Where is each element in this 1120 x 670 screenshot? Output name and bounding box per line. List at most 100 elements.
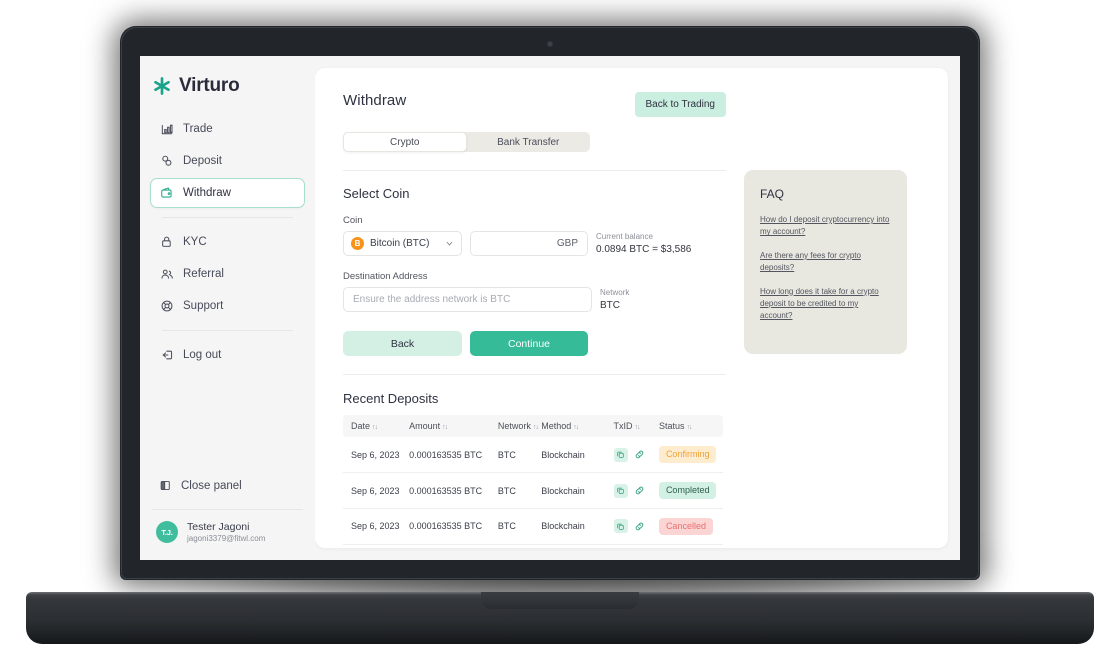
content-wrapper: Withdraw Back to Trading Crypto Bank Tra…: [315, 56, 960, 560]
user-email: jagoni3379@fitwl.com: [187, 534, 266, 543]
sidebar-nav: Trade Deposit Withdraw KYC Referral Supp…: [140, 114, 315, 370]
user-profile[interactable]: T.J. Tester Jagoni jagoni3379@fitwl.com: [140, 510, 315, 560]
copy-icon[interactable]: [613, 519, 628, 534]
status-badge: Cancelled: [658, 517, 713, 535]
column-label: Status: [658, 421, 685, 432]
destination-address-input[interactable]: [343, 287, 592, 313]
sidebar: Virturo Trade Deposit Withdraw KYC Refer…: [140, 56, 315, 560]
cell-date: Sep 6, 2023: [343, 544, 409, 548]
recent-deposits-heading: Recent Deposits: [343, 391, 439, 407]
sidebar-item-label: Trade: [183, 123, 213, 135]
table-row: Sep 6, 20230.000163535 BTCBTCBlockchain C…: [343, 437, 723, 474]
external-link-icon[interactable]: [633, 448, 647, 462]
cell-method: Blockchain: [541, 472, 614, 509]
user-name: Tester Jagoni: [187, 520, 250, 533]
faq-link[interactable]: How long does it take for a crypto depos…: [760, 286, 891, 323]
table-row: Sep 6, 20230.000163535 BTCBTCBlockchain C…: [343, 472, 723, 509]
sidebar-divider-1: [162, 217, 293, 218]
txid-actions: [613, 519, 659, 534]
section-divider-bottom: [343, 374, 726, 376]
chevron-down-icon: [446, 241, 453, 246]
logout-icon: [162, 350, 173, 360]
column-label: Network: [497, 421, 531, 432]
column-header-txid[interactable]: TxID ↑↓: [614, 415, 659, 437]
faq-link[interactable]: How do I deposit cryptocurrency into my …: [760, 214, 891, 239]
table-row: Sep 6, 20230.000163535 BTCBTCBlockchain C…: [343, 544, 723, 548]
cell-amount: 0.000163535 BTC: [409, 472, 498, 509]
column-header-status[interactable]: Status ↑↓: [659, 415, 723, 437]
external-link-icon[interactable]: [633, 519, 647, 533]
back-to-trading-button[interactable]: Back to Trading: [634, 92, 726, 117]
table-row: Sep 6, 20230.000163535 BTCBTCBlockchain C…: [343, 508, 723, 545]
cell-date: Sep 6, 2023: [343, 472, 410, 509]
sidebar-item-logout[interactable]: Log out: [150, 340, 305, 370]
coin-amount-row: B Bitcoin (BTC) Current balance 0.0894 B…: [343, 231, 726, 257]
table-body: Sep 6, 2023 0.000163535 BTC BTC Blockchain C…: [343, 437, 723, 548]
sidebar-item-deposit[interactable]: Deposit: [150, 146, 305, 176]
bitcoin-icon: B: [351, 237, 364, 250]
tab-bank-transfer[interactable]: Bank Transfer: [467, 132, 591, 152]
sidebar-item-label: Deposit: [183, 155, 222, 167]
sidebar-item-withdraw[interactable]: Withdraw: [150, 178, 305, 208]
column-header-date[interactable]: Date ↑↓: [343, 415, 409, 437]
back-button[interactable]: Back: [343, 331, 462, 357]
cell-date: Sep 6, 2023: [343, 508, 410, 545]
coin-field-label: Coin: [343, 215, 363, 226]
status-badge: Completed: [658, 482, 717, 499]
faq-link[interactable]: Are there any fees for crypto deposits?: [760, 250, 891, 275]
cell-method: Blockchain: [541, 508, 614, 545]
tab-crypto[interactable]: Crypto: [343, 132, 467, 152]
column-label: TxID: [613, 421, 633, 432]
section-divider-top: [343, 170, 726, 171]
page-title: Withdraw: [343, 92, 407, 109]
app-screen: Virturo Trade Deposit Withdraw KYC Refer…: [140, 56, 960, 560]
cell-status: Cancelled: [658, 508, 723, 545]
cell-network: BTC: [497, 437, 542, 474]
network-value: BTC: [600, 300, 620, 312]
table-header-row: Date ↑↓ Amount ↑↓ Network ↑↓ Method ↑↓ TxID ↑…: [343, 415, 723, 438]
copy-icon[interactable]: [613, 483, 628, 498]
column-label: Method: [541, 421, 572, 432]
cell-txid: [613, 472, 659, 509]
recent-deposits-table: Date ↑↓ Amount ↑↓ Network ↑↓ Method ↑↓ TxID ↑…: [343, 415, 723, 548]
cell-network: BTC: [498, 544, 541, 548]
laptop-base-notch: [481, 592, 639, 609]
faq-panel: FAQ How do I deposit cryptocurrency into…: [744, 170, 907, 354]
coin-select[interactable]: B Bitcoin (BTC): [343, 231, 462, 256]
asterisk-logo-icon: [154, 77, 170, 95]
chart-bar-icon: [161, 124, 173, 135]
lock-icon: [162, 236, 171, 247]
network-block: Network BTC: [600, 287, 629, 313]
wallet-icon: [161, 187, 172, 198]
cell-amount: 0.000163535 BTC: [409, 508, 498, 545]
sidebar-item-referral[interactable]: Referral: [150, 259, 305, 289]
close-panel-label: Close panel: [181, 479, 242, 492]
sidebar-item-trade[interactable]: Trade: [150, 114, 305, 144]
column-header-amount[interactable]: Amount ↑↓: [409, 415, 498, 437]
cell-network: BTC: [497, 472, 542, 509]
column-header-network[interactable]: Network ↑↓: [498, 415, 541, 437]
main-column: Withdraw Back to Trading Crypto Bank Tra…: [343, 92, 726, 548]
coins-icon: [162, 155, 172, 166]
close-panel-button[interactable]: Close panel: [140, 473, 315, 499]
faq-title: FAQ: [760, 187, 785, 201]
external-link-icon[interactable]: [633, 484, 647, 498]
side-column: FAQ How do I deposit cryptocurrency into…: [744, 92, 920, 548]
sidebar-item-label: Log out: [183, 349, 222, 361]
amount-input[interactable]: [470, 231, 588, 256]
users-icon: [161, 269, 173, 279]
column-header-method[interactable]: Method ↑↓: [541, 415, 613, 437]
cell-method: Blockchain: [541, 437, 614, 474]
address-network-row: Network BTC: [343, 287, 726, 313]
sidebar-item-support[interactable]: Support: [150, 291, 305, 321]
sidebar-item-label: Support: [183, 300, 224, 312]
continue-button[interactable]: Continue: [470, 331, 588, 357]
current-balance-value: 0.0894 BTC = $3,586: [596, 244, 692, 256]
sidebar-divider-2: [162, 330, 293, 331]
copy-icon[interactable]: [613, 447, 628, 462]
brand-name: Virturo: [179, 75, 240, 96]
cell-txid: [614, 544, 659, 548]
table-head: Date ↑↓ Amount ↑↓ Network ↑↓ Method ↑↓ TxID ↑…: [343, 415, 723, 438]
sidebar-item-kyc[interactable]: KYC: [150, 227, 305, 257]
